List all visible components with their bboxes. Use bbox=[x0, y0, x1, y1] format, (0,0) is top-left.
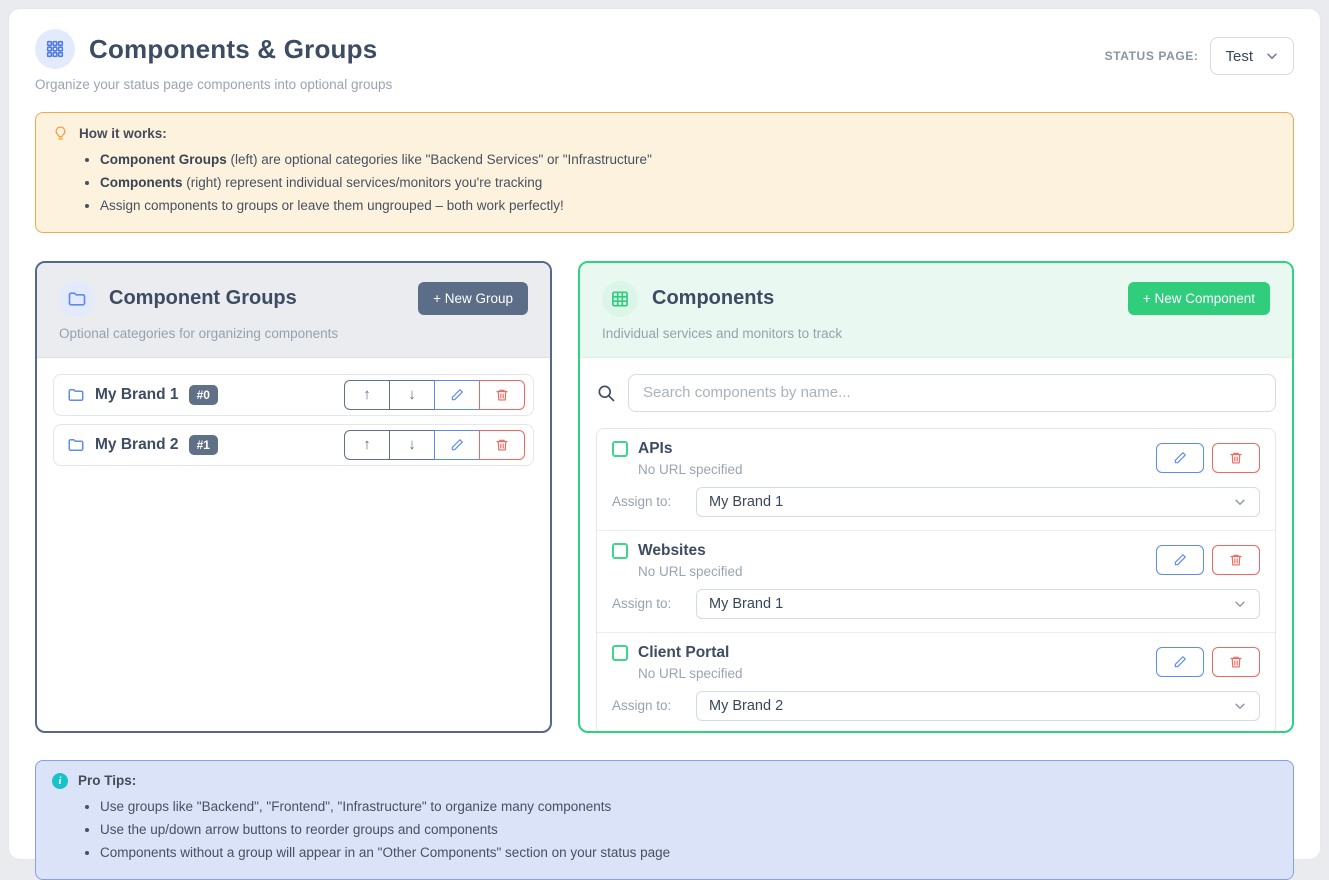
component-groups-panel: Component Groups + New Group Optional ca… bbox=[35, 261, 552, 733]
component-url-note: No URL specified bbox=[638, 462, 743, 477]
component-url-note: No URL specified bbox=[638, 666, 743, 681]
pro-tips-title: Pro Tips: bbox=[78, 773, 136, 788]
how-it-works-box: How it works: Component Groups (left) ar… bbox=[35, 112, 1294, 233]
folder-icon bbox=[67, 436, 85, 454]
component-row: Websites No URL specified bbox=[597, 531, 1275, 633]
component-checkbox-icon bbox=[612, 441, 628, 457]
arrow-down-icon: ↓ bbox=[408, 436, 416, 453]
group-row: My Brand 1 #0 ↑ ↓ bbox=[53, 374, 534, 416]
how-it-works-title: How it works: bbox=[79, 126, 167, 141]
lightbulb-icon bbox=[52, 125, 69, 142]
component-checkbox-icon bbox=[612, 543, 628, 559]
component-name: Client Portal bbox=[638, 644, 729, 662]
move-up-button[interactable]: ↑ bbox=[344, 380, 390, 410]
group-name: My Brand 2 bbox=[95, 436, 179, 454]
assign-group-select[interactable]: My Brand 1 bbox=[696, 487, 1260, 517]
component-name: Websites bbox=[638, 542, 706, 560]
assigned-group-value: My Brand 1 bbox=[709, 596, 783, 612]
chevron-down-icon bbox=[1265, 49, 1279, 63]
pencil-icon bbox=[1173, 451, 1187, 465]
groups-panel-title: Component Groups bbox=[109, 287, 404, 310]
assign-to-label: Assign to: bbox=[612, 596, 680, 611]
component-row: Client Portal No URL specified bbox=[597, 633, 1275, 733]
group-row: My Brand 2 #1 ↑ ↓ bbox=[53, 424, 534, 466]
status-page-select[interactable]: Test bbox=[1210, 37, 1294, 75]
delete-group-button[interactable] bbox=[479, 380, 525, 410]
grid-table-icon bbox=[602, 281, 638, 317]
group-name: My Brand 1 bbox=[95, 386, 179, 404]
components-panel-subtitle: Individual services and monitors to trac… bbox=[602, 326, 1270, 341]
pencil-icon bbox=[1173, 655, 1187, 669]
components-list: APIs No URL specified bbox=[596, 428, 1276, 733]
move-up-button[interactable]: ↑ bbox=[344, 430, 390, 460]
component-checkbox-icon bbox=[612, 645, 628, 661]
page-card: Components & Groups Organize your status… bbox=[8, 8, 1321, 860]
groups-list: My Brand 1 #0 ↑ ↓ bbox=[37, 358, 550, 731]
how-it-works-bullet: Component Groups (left) are optional cat… bbox=[100, 149, 1277, 172]
trash-icon bbox=[495, 438, 509, 452]
groups-panel-subtitle: Optional categories for organizing compo… bbox=[59, 326, 528, 341]
chevron-down-icon bbox=[1233, 495, 1247, 509]
search-input[interactable] bbox=[628, 374, 1276, 412]
move-down-button[interactable]: ↓ bbox=[389, 430, 435, 460]
delete-group-button[interactable] bbox=[479, 430, 525, 460]
edit-component-button[interactable] bbox=[1156, 545, 1204, 575]
delete-component-button[interactable] bbox=[1212, 545, 1260, 575]
pencil-icon bbox=[450, 388, 464, 402]
pro-tips-box: i Pro Tips: Use groups like "Backend", "… bbox=[35, 760, 1294, 880]
page-title: Components & Groups bbox=[89, 34, 377, 65]
edit-component-button[interactable] bbox=[1156, 647, 1204, 677]
arrow-up-icon: ↑ bbox=[363, 436, 371, 453]
arrow-up-icon: ↑ bbox=[363, 386, 371, 403]
page-subtitle: Organize your status page components int… bbox=[35, 77, 392, 92]
how-it-works-bullet: Components (right) represent individual … bbox=[100, 172, 1277, 195]
components-panel-title: Components bbox=[652, 287, 1114, 310]
new-component-button[interactable]: + New Component bbox=[1128, 282, 1270, 315]
arrow-down-icon: ↓ bbox=[408, 386, 416, 403]
group-actions: ↑ ↓ bbox=[344, 430, 525, 460]
trash-icon bbox=[1229, 553, 1243, 567]
pro-tips-bullet: Use groups like "Backend", "Frontend", "… bbox=[100, 796, 1277, 819]
new-group-button[interactable]: + New Group bbox=[418, 282, 528, 315]
pencil-icon bbox=[1173, 553, 1187, 567]
trash-icon bbox=[495, 388, 509, 402]
trash-icon bbox=[1229, 655, 1243, 669]
pro-tips-list: Use groups like "Backend", "Frontend", "… bbox=[52, 796, 1277, 865]
chevron-down-icon bbox=[1233, 597, 1247, 611]
assign-group-select[interactable]: My Brand 1 bbox=[696, 589, 1260, 619]
pro-tips-bullet: Components without a group will appear i… bbox=[100, 842, 1277, 865]
assign-to-label: Assign to: bbox=[612, 698, 680, 713]
pencil-icon bbox=[450, 438, 464, 452]
group-order-badge: #0 bbox=[189, 385, 218, 405]
group-order-badge: #1 bbox=[189, 435, 218, 455]
delete-component-button[interactable] bbox=[1212, 443, 1260, 473]
grid-dots-icon bbox=[35, 29, 75, 69]
edit-group-button[interactable] bbox=[434, 430, 480, 460]
edit-group-button[interactable] bbox=[434, 380, 480, 410]
assigned-group-value: My Brand 2 bbox=[709, 698, 783, 714]
move-down-button[interactable]: ↓ bbox=[389, 380, 435, 410]
chevron-down-icon bbox=[1233, 699, 1247, 713]
assign-group-select[interactable]: My Brand 2 bbox=[696, 691, 1260, 721]
trash-icon bbox=[1229, 451, 1243, 465]
search-icon bbox=[596, 383, 616, 403]
components-panel: Components + New Component Individual se… bbox=[578, 261, 1294, 733]
pro-tips-bullet: Use the up/down arrow buttons to reorder… bbox=[100, 819, 1277, 842]
component-row: APIs No URL specified bbox=[597, 429, 1275, 531]
status-page-value: Test bbox=[1225, 48, 1253, 65]
assigned-group-value: My Brand 1 bbox=[709, 494, 783, 510]
folder-icon bbox=[67, 386, 85, 404]
status-page-label: STATUS PAGE: bbox=[1105, 49, 1199, 63]
how-it-works-bullet: Assign components to groups or leave the… bbox=[100, 195, 1277, 218]
folder-badge-icon bbox=[59, 281, 95, 317]
how-it-works-list: Component Groups (left) are optional cat… bbox=[52, 149, 1277, 218]
edit-component-button[interactable] bbox=[1156, 443, 1204, 473]
info-icon: i bbox=[52, 773, 68, 789]
page-header: Components & Groups Organize your status… bbox=[35, 29, 1294, 92]
assign-to-label: Assign to: bbox=[612, 494, 680, 509]
component-name: APIs bbox=[638, 440, 672, 458]
group-actions: ↑ ↓ bbox=[344, 380, 525, 410]
delete-component-button[interactable] bbox=[1212, 647, 1260, 677]
component-url-note: No URL specified bbox=[638, 564, 743, 579]
